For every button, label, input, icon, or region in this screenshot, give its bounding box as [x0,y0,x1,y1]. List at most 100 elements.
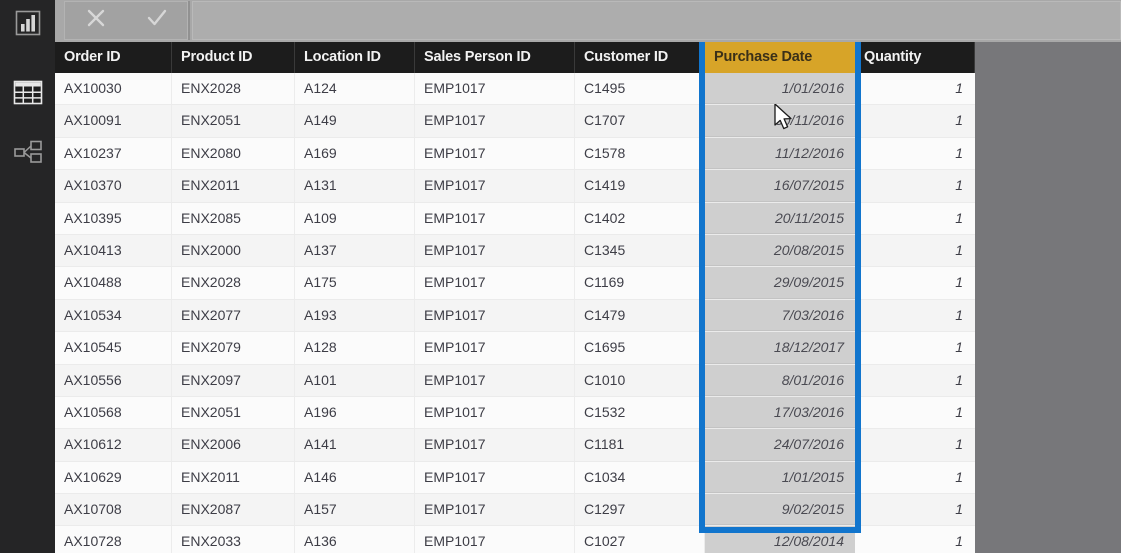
table-cell[interactable]: A131 [295,170,415,202]
table-cell[interactable]: ENX2080 [172,137,295,170]
table-cell[interactable]: AX10568 [55,396,172,429]
table-cell[interactable]: C1479 [575,299,705,332]
table-cell[interactable]: AX10395 [55,202,172,234]
table-cell[interactable]: 1 [855,170,975,201]
table-cell[interactable]: C1532 [575,396,705,429]
table-row[interactable]: AX10545 ENX2079 A128 EMP1017 C1695 18/12/2017… [55,332,975,365]
table-cell[interactable]: 24/07/2016 [705,429,855,461]
table-cell[interactable]: ENX2087 [172,494,295,526]
table-cell[interactable]: AX10728 [55,526,172,553]
table-cell[interactable]: 29/09/2015 [705,267,855,299]
table-row[interactable]: AX10413 ENX2000 A137 EMP1017 C1345 20/08/2015… [55,234,975,268]
table-cell[interactable]: ENX2006 [172,429,295,461]
table-cell[interactable]: ENX2011 [172,170,295,202]
table-cell[interactable]: C1027 [575,526,705,553]
table-cell[interactable]: A169 [295,137,415,170]
table-cell[interactable]: AX10237 [55,137,172,170]
table-cell[interactable]: ENX2097 [172,364,295,396]
table-cell[interactable]: C1402 [575,202,705,234]
table-cell[interactable]: C1578 [575,137,705,170]
table-row[interactable]: AX10728 ENX2033 A136 EMP1017 C1027 12/08/2014… [55,526,975,553]
column-header-sales-person-id[interactable]: Sales Person ID [415,42,575,73]
table-cell[interactable]: AX10556 [55,364,172,396]
table-cell[interactable]: A193 [295,299,415,332]
table-cell[interactable]: EMP1017 [415,364,575,396]
table-cell[interactable]: ENX2000 [172,234,295,267]
table-cell[interactable]: 1 [855,73,975,104]
formula-input[interactable] [192,1,1121,40]
table-row[interactable]: AX10091 ENX2051 A149 EMP1017 C1707 30/11/2016… [55,105,975,138]
table-row[interactable]: AX10370 ENX2011 A131 EMP1017 C1419 16/07/2015… [55,170,975,203]
column-header-product-id[interactable]: Product ID [172,42,295,73]
table-cell[interactable]: 1 [855,397,975,428]
table-row[interactable]: AX10568 ENX2051 A196 EMP1017 C1532 17/03/2016… [55,396,975,430]
table-cell[interactable]: A175 [295,267,415,299]
table-row[interactable]: AX10629 ENX2011 A146 EMP1017 C1034 1/01/2015 1 [55,461,975,495]
table-row[interactable]: AX10395 ENX2085 A109 EMP1017 C1402 20/11/2015… [55,202,975,235]
table-cell[interactable]: ENX2085 [172,202,295,234]
column-header-location-id[interactable]: Location ID [295,42,415,73]
sidebar-item-model[interactable] [0,131,55,177]
table-cell[interactable]: 12/08/2014 [705,526,855,553]
table-cell[interactable]: C1419 [575,170,705,202]
sidebar-item-data[interactable] [0,72,55,118]
table-row[interactable]: AX10030 ENX2028 A124 EMP1017 C1495 1/01/2016 1 [55,73,975,106]
table-cell[interactable]: 17/03/2016 [705,396,855,429]
table-row[interactable]: AX10556 ENX2097 A101 EMP1017 C1010 8/01/2016 1 [55,364,975,397]
table-cell[interactable]: AX10612 [55,429,172,461]
table-cell[interactable]: 9/02/2015 [705,494,855,526]
table-cell[interactable]: C1695 [575,332,705,364]
table-row[interactable]: AX10612 ENX2006 A141 EMP1017 C1181 24/07/2016… [55,429,975,462]
table-cell[interactable]: EMP1017 [415,170,575,202]
table-cell[interactable]: A136 [295,526,415,553]
table-cell[interactable]: 1 [855,494,975,525]
table-cell[interactable]: EMP1017 [415,494,575,526]
table-cell[interactable]: 1 [855,462,975,493]
table-cell[interactable]: A124 [295,73,415,105]
table-cell[interactable]: ENX2051 [172,105,295,137]
table-cell[interactable]: AX10488 [55,267,172,299]
table-cell[interactable]: ENX2051 [172,396,295,429]
table-cell[interactable]: EMP1017 [415,396,575,429]
table-cell[interactable]: 1/01/2015 [705,461,855,494]
table-cell[interactable]: AX10534 [55,299,172,332]
table-cell[interactable]: EMP1017 [415,461,575,494]
table-cell[interactable]: A141 [295,429,415,461]
table-cell[interactable]: 11/12/2016 [705,137,855,170]
column-header-purchase-date[interactable]: Purchase Date [705,42,855,73]
table-cell[interactable]: A146 [295,461,415,494]
table-cell[interactable]: EMP1017 [415,234,575,267]
table-cell[interactable]: 1 [855,365,975,396]
table-cell[interactable]: ENX2077 [172,299,295,332]
cancel-edit-button[interactable] [65,2,126,39]
table-cell[interactable]: C1034 [575,461,705,494]
table-cell[interactable]: 1/01/2016 [705,73,855,105]
table-cell[interactable]: A109 [295,202,415,234]
table-cell[interactable]: AX10545 [55,332,172,364]
table-cell[interactable]: AX10708 [55,494,172,526]
table-cell[interactable]: C1169 [575,267,705,299]
table-cell[interactable]: 1 [855,526,975,553]
table-cell[interactable]: ENX2028 [172,267,295,299]
table-cell[interactable]: A149 [295,105,415,137]
table-cell[interactable]: 7/03/2016 [705,299,855,332]
table-cell[interactable]: 20/11/2015 [705,202,855,234]
table-cell[interactable]: C1707 [575,105,705,137]
table-row[interactable]: AX10488 ENX2028 A175 EMP1017 C1169 29/09/2015… [55,267,975,300]
table-cell[interactable]: 1 [855,300,975,331]
table-cell[interactable]: C1495 [575,73,705,105]
table-cell[interactable]: EMP1017 [415,105,575,137]
table-cell[interactable]: 1 [855,429,975,460]
table-cell[interactable]: AX10091 [55,105,172,137]
commit-edit-button[interactable] [126,2,187,39]
table-cell[interactable]: ENX2079 [172,332,295,364]
table-cell[interactable]: EMP1017 [415,332,575,364]
table-cell[interactable]: 1 [855,203,975,234]
table-cell[interactable]: A196 [295,396,415,429]
table-cell[interactable]: 1 [855,235,975,266]
table-cell[interactable]: EMP1017 [415,73,575,105]
sidebar-item-report[interactable] [0,2,55,48]
table-cell[interactable]: EMP1017 [415,137,575,170]
table-cell[interactable]: C1297 [575,494,705,526]
table-cell[interactable]: A137 [295,234,415,267]
